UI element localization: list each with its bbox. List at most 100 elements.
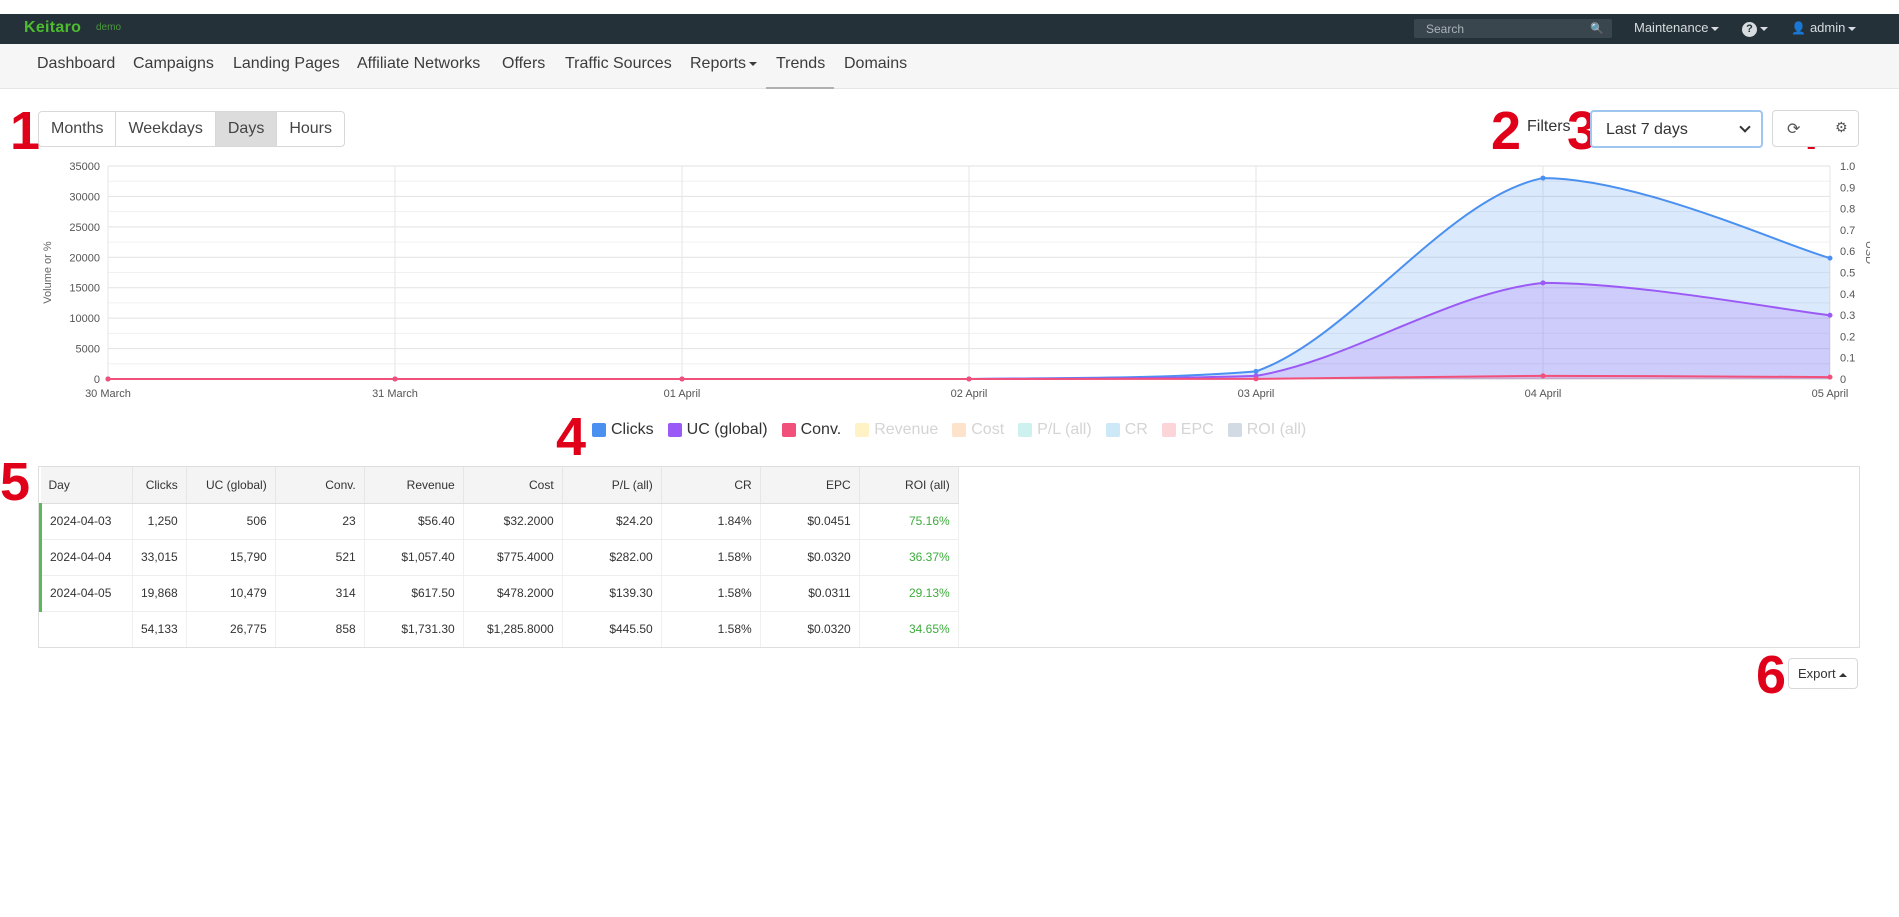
- help-menu[interactable]: ?: [1742, 20, 1768, 37]
- date-range-select[interactable]: Last 7 days: [1590, 110, 1763, 148]
- legend-item[interactable]: EPC: [1161, 421, 1214, 439]
- total-cell: 1.58%: [661, 610, 761, 647]
- nav-domains[interactable]: Domains: [844, 55, 907, 73]
- nav-trends[interactable]: Trends: [776, 55, 825, 73]
- table-cell: 36.37%: [859, 539, 959, 576]
- y2-axis-label: USD: [1863, 241, 1870, 264]
- export-label: Export: [1798, 666, 1836, 681]
- export-button[interactable]: Export: [1788, 658, 1858, 689]
- y2-tick-label: 0.6: [1840, 246, 1855, 258]
- total-cell: 54,133: [132, 610, 187, 647]
- x-tick-label: 03 April: [1238, 388, 1275, 400]
- table-cell: 1,250: [132, 503, 187, 540]
- y2-tick-label: 1.0: [1840, 161, 1855, 173]
- total-cell: 34.65%: [859, 610, 959, 647]
- total-cell: $1,285.8000: [463, 610, 563, 647]
- legend-label: UC (global): [686, 421, 768, 438]
- data-point: [966, 376, 972, 382]
- chevron-down-icon: [749, 61, 758, 66]
- column-header-clicks[interactable]: Clicks: [132, 467, 187, 504]
- table-row[interactable]: 2024-04-04 33,015 15,790 521 $1,057.40 $…: [39, 539, 959, 576]
- y-tick-label: 35000: [69, 161, 100, 173]
- table-row[interactable]: 2024-04-05 19,868 10,479 314 $617.50 $47…: [39, 575, 959, 612]
- y2-tick-label: 0.8: [1840, 204, 1855, 216]
- table-cell: 1.84%: [661, 503, 761, 540]
- legend-item[interactable]: Cost: [952, 421, 1004, 439]
- user-label: admin: [1809, 20, 1846, 35]
- period-days-button[interactable]: Days: [215, 112, 278, 146]
- legend-swatch: [1105, 423, 1120, 437]
- refresh-icon[interactable]: ⟳: [1787, 119, 1800, 139]
- annotation-number: 5: [0, 452, 31, 512]
- legend-swatch: [1018, 423, 1033, 437]
- legend-item[interactable]: Conv.: [781, 421, 841, 439]
- legend-item[interactable]: CR: [1105, 421, 1148, 439]
- data-point: [392, 376, 398, 382]
- nav-reports[interactable]: Reports: [690, 55, 758, 73]
- table-cell: 2024-04-04: [39, 539, 133, 576]
- filters-button[interactable]: Filters: [1527, 118, 1571, 136]
- legend-swatch: [1227, 423, 1242, 437]
- x-tick-label: 04 April: [1525, 388, 1562, 400]
- table-cell: $775.4000: [463, 539, 563, 576]
- column-header-epc[interactable]: EPC: [760, 467, 860, 504]
- nav-campaigns[interactable]: Campaigns: [133, 55, 214, 73]
- app-logo[interactable]: Keitaro: [24, 19, 81, 37]
- y2-tick-label: 0.7: [1840, 225, 1855, 237]
- data-point: [1827, 255, 1833, 261]
- nav-affiliate-networks[interactable]: Affiliate Networks: [357, 55, 480, 73]
- table-cell: $617.50: [364, 575, 464, 612]
- data-point: [1253, 376, 1259, 382]
- column-header-cr[interactable]: CR: [661, 467, 761, 504]
- column-header-pl-all[interactable]: P/L (all): [562, 467, 662, 504]
- search-icon[interactable]: 🔍: [1590, 22, 1604, 35]
- column-header-roi-all[interactable]: ROI (all): [859, 467, 959, 504]
- legend-item[interactable]: Revenue: [855, 421, 938, 439]
- main-nav: Dashboard Campaigns Landing Pages Affili…: [0, 44, 1899, 89]
- period-months-button[interactable]: Months: [39, 112, 117, 146]
- column-header-revenue[interactable]: Revenue: [364, 467, 464, 504]
- table-cell: $0.0320: [760, 539, 860, 576]
- x-tick-label: 05 April: [1812, 388, 1849, 400]
- table-cell: 75.16%: [859, 503, 959, 540]
- table-cell: 2024-04-05: [39, 575, 133, 612]
- table-cell: $282.00: [562, 539, 662, 576]
- legend-label: Revenue: [874, 421, 939, 438]
- legend-swatch: [952, 423, 967, 437]
- settings-icon[interactable]: ⚙: [1835, 119, 1848, 136]
- column-header-conv[interactable]: Conv.: [275, 467, 365, 504]
- data-point: [1540, 373, 1546, 379]
- legend-swatch: [592, 423, 606, 437]
- legend-item[interactable]: P/L (all): [1018, 421, 1092, 439]
- y2-tick-label: 0: [1840, 374, 1846, 386]
- period-hours-button[interactable]: Hours: [277, 112, 344, 146]
- legend-item[interactable]: ROI (all): [1227, 421, 1306, 439]
- y2-tick-label: 0.3: [1840, 310, 1855, 322]
- column-header-uc-global[interactable]: UC (global): [186, 467, 276, 504]
- legend-item[interactable]: Clicks: [592, 421, 654, 439]
- table-cell: $139.30: [562, 575, 662, 612]
- legend-label: P/L (all): [1037, 421, 1092, 438]
- nav-traffic-sources[interactable]: Traffic Sources: [565, 55, 672, 73]
- y-tick-label: 30000: [69, 191, 100, 203]
- search-input[interactable]: [1414, 19, 1584, 38]
- logo-tag: demo: [96, 22, 122, 33]
- period-weekdays-button[interactable]: Weekdays: [116, 112, 216, 146]
- nav-reports-label: Reports: [690, 55, 747, 72]
- nav-offers[interactable]: Offers: [502, 55, 545, 73]
- nav-landing-pages[interactable]: Landing Pages: [233, 55, 340, 73]
- legend-item[interactable]: UC (global): [667, 421, 768, 439]
- table-row[interactable]: 2024-04-03 1,250 506 23 $56.40 $32.2000 …: [39, 503, 959, 540]
- table-cell: $0.0451: [760, 503, 860, 540]
- x-tick-label: 31 March: [372, 388, 418, 400]
- maintenance-menu[interactable]: Maintenance: [1634, 20, 1720, 35]
- nav-dashboard[interactable]: Dashboard: [37, 55, 115, 73]
- total-cell: [40, 610, 133, 647]
- x-tick-label: 01 April: [664, 388, 701, 400]
- y-tick-label: 10000: [69, 313, 100, 325]
- total-cell: 26,775: [186, 610, 276, 647]
- user-menu[interactable]: 👤 admin: [1791, 20, 1857, 35]
- column-header-cost[interactable]: Cost: [463, 467, 563, 504]
- data-point: [1253, 368, 1259, 374]
- column-header-day[interactable]: Day: [40, 467, 133, 504]
